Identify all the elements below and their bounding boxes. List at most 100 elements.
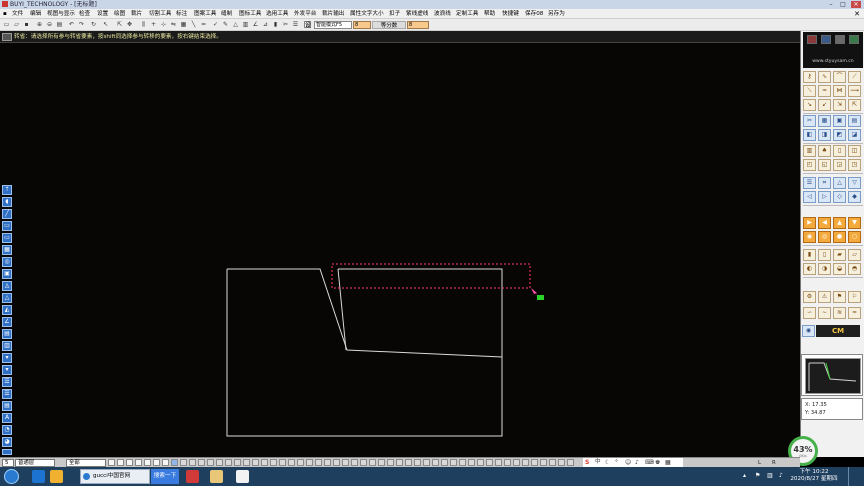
layer-cell[interactable]	[225, 459, 232, 466]
rp-tool-d3[interactable]: △	[833, 177, 846, 189]
left-tool-12[interactable]: ∠	[2, 317, 12, 327]
left-tool-text[interactable]: A	[2, 413, 12, 423]
layer-cell[interactable]	[270, 459, 277, 466]
left-tool-6[interactable]: ▦	[2, 245, 12, 255]
rp-tool-d1[interactable]: ☰	[803, 177, 816, 189]
layer-cell[interactable]	[153, 459, 160, 466]
ime-shirt-icon[interactable]: ♚	[655, 458, 660, 467]
save-icon[interactable]: ▪	[23, 21, 30, 28]
rp-tool-g7[interactable]: ≋	[833, 307, 846, 319]
layer-cell[interactable]	[288, 459, 295, 466]
layer-cell[interactable]	[441, 459, 448, 466]
layer-cell[interactable]	[108, 459, 115, 466]
left-tool-19[interactable]: ▤	[2, 401, 12, 411]
rp-tool-f6[interactable]: ◑	[818, 263, 831, 275]
rp-tool-a2[interactable]: ∿	[818, 71, 831, 83]
show-desktop-button[interactable]	[848, 467, 864, 486]
layer-cell[interactable]	[459, 459, 466, 466]
menu-item-annotate[interactable]: 标注	[176, 9, 187, 19]
grid-icon[interactable]: ▦	[180, 21, 187, 28]
layer-cell-active[interactable]	[171, 459, 178, 466]
browser-taskbar-tab[interactable]: gucci中国官网	[80, 469, 150, 484]
layer-cell[interactable]	[486, 459, 493, 466]
minimize-button[interactable]: –	[826, 1, 836, 8]
layer-cell[interactable]	[306, 459, 313, 466]
layer-cell[interactable]	[333, 459, 340, 466]
rp-tool-g8[interactable]: ≈	[848, 307, 861, 319]
rp-tool-e6[interactable]: ◎	[818, 231, 831, 243]
maximize-button[interactable]: □	[838, 1, 848, 8]
rp-tool-g5[interactable]: ∽	[803, 307, 816, 319]
green-check-icon[interactable]: ✓	[212, 21, 219, 28]
left-tool-7[interactable]: ◎	[2, 257, 12, 267]
left-tool-13[interactable]: ▤	[2, 329, 12, 339]
menu-item-piece-output[interactable]: 裁片输出	[322, 9, 344, 19]
rp-tool-c4[interactable]: ◫	[848, 145, 861, 157]
layer-cell[interactable]	[216, 459, 223, 466]
menu-item-settings[interactable]: 设置	[97, 9, 108, 19]
left-tool-18[interactable]: ☰	[2, 389, 12, 399]
mirror-icon[interactable]: ⇋	[170, 21, 177, 28]
menu-item-wave[interactable]: 波浪线	[434, 9, 451, 19]
layer-cell[interactable]	[414, 459, 421, 466]
rp-tool-c2[interactable]: ♠	[818, 145, 831, 157]
rp-tool-e4[interactable]: ▼	[848, 217, 861, 229]
add-point-icon[interactable]: +	[150, 21, 157, 28]
ime-dot-icon[interactable]: °	[615, 458, 618, 467]
menu-item-sew[interactable]: 缝制	[221, 9, 232, 19]
menu-file-icon[interactable]: ▪	[3, 9, 7, 19]
menu-item-help[interactable]: 帮助	[484, 9, 495, 19]
tray-volume-icon[interactable]: ♪	[779, 472, 783, 479]
left-tool-10[interactable]: △	[2, 293, 12, 303]
list-icon[interactable]: ☰	[292, 21, 299, 28]
unit-toggle-icon[interactable]: ◉	[802, 325, 815, 337]
menu-item-view[interactable]: 视图与显示	[47, 9, 75, 19]
rp-tool-g3[interactable]: ⚑	[833, 291, 846, 303]
left-tool-4[interactable]: ▭	[2, 221, 12, 231]
layer-cell[interactable]	[360, 459, 367, 466]
left-tool-2[interactable]: ◖	[2, 197, 12, 207]
search-button[interactable]: 搜索一下	[151, 469, 179, 484]
undo-icon[interactable]: ↶	[68, 21, 75, 28]
layer-cell[interactable]	[540, 459, 547, 466]
print-icon[interactable]: ▤	[56, 21, 63, 28]
rp-tool-b2[interactable]: ▦	[818, 115, 831, 127]
rp-tool-a1[interactable]: ⚷	[803, 71, 816, 83]
crosshair-icon[interactable]: ⊹	[160, 21, 167, 28]
menu-item-file[interactable]: 文件	[12, 9, 23, 19]
redo-icon[interactable]: ↷	[78, 21, 85, 28]
rp-tool-a9[interactable]: ↘	[803, 99, 816, 111]
rp-tool-e8[interactable]: ○	[848, 231, 861, 243]
rp-tool-f2[interactable]: ▯	[818, 249, 831, 261]
layer-cell[interactable]	[522, 459, 529, 466]
rp-tool-e5[interactable]: ◉	[803, 231, 816, 243]
ime-keyboard-icon[interactable]: ⌨	[645, 458, 654, 467]
menu-close-icon[interactable]: ✕	[854, 9, 860, 19]
rp-tool-a10[interactable]: ↙	[818, 99, 831, 111]
cm-unit-button[interactable]: CM	[816, 325, 860, 337]
layer-cell[interactable]	[243, 459, 250, 466]
rp-tool-e3[interactable]: ▲	[833, 217, 846, 229]
menu-item-save-as[interactable]: 另存为	[548, 9, 565, 19]
layer-cell[interactable]	[162, 459, 169, 466]
layer-cell[interactable]	[207, 459, 214, 466]
layer-index-select[interactable]: 5	[2, 459, 14, 467]
menu-item-icon-tools[interactable]: 图标工具	[239, 9, 261, 19]
rp-tool-g2[interactable]: ⚠	[818, 291, 831, 303]
layer-cell[interactable]	[315, 459, 322, 466]
menu-item-cut-tools[interactable]: 切割工具	[149, 9, 171, 19]
document-icon[interactable]	[236, 470, 249, 483]
menu-item-outsource[interactable]: 外发平台	[294, 9, 316, 19]
zoom-in-icon[interactable]: ⊕	[36, 21, 43, 28]
layer-cell[interactable]	[378, 459, 385, 466]
rp-tool-f3[interactable]: ▰	[833, 249, 846, 261]
rp-tool-d2[interactable]: ⌗	[818, 177, 831, 189]
rotate-icon[interactable]: ↻	[90, 21, 97, 28]
rp-tool-d4[interactable]: ▽	[848, 177, 861, 189]
left-tool-8[interactable]: ▣	[2, 269, 12, 279]
ime-chinese-icon[interactable]: 中	[595, 458, 601, 467]
rp-tool-f7[interactable]: ◒	[833, 263, 846, 275]
layer-cell[interactable]	[351, 459, 358, 466]
menu-item-edit[interactable]: 编辑	[30, 9, 41, 19]
rp-tool-c1[interactable]: ▥	[803, 145, 816, 157]
